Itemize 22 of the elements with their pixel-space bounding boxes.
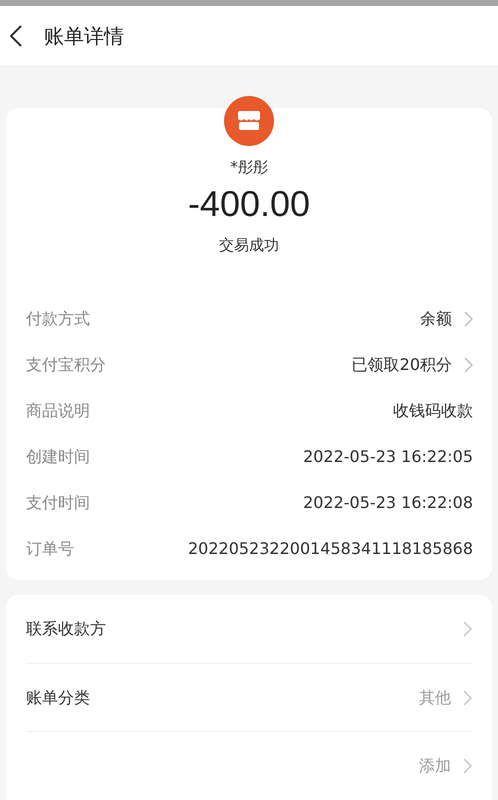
detail-value: 2022-05-23 16:22:05 [303, 446, 473, 468]
detail-value: 2022-05-23 16:22:08 [303, 492, 473, 514]
back-icon [10, 25, 22, 47]
detail-value: 余额 [420, 308, 452, 330]
chevron-icon [463, 758, 472, 774]
amount-text: -400.00 [188, 182, 310, 226]
status-text: 交易成功 [219, 235, 279, 256]
action-row[interactable]: 联系收款方 [26, 595, 472, 663]
detail-label: 商品说明 [26, 400, 90, 422]
detail-label: 付款方式 [26, 308, 90, 330]
detail-label: 支付时间 [26, 492, 90, 514]
chevron-icon [463, 621, 472, 637]
detail-value: 2022052322001458341118185868 [188, 538, 473, 560]
detail-label: 创建时间 [26, 446, 90, 468]
chevron-icon [463, 690, 472, 706]
payee-name: *彤彤 [230, 157, 268, 178]
detail-value: 已领取20积分 [352, 354, 452, 376]
detail-label: 订单号 [26, 538, 74, 560]
detail-label: 支付宝积分 [26, 354, 106, 376]
detail-value: 收钱码收款 [393, 400, 473, 422]
action-row[interactable]: 账单分类 其他 [26, 663, 472, 731]
page-title: 账单详情 [44, 23, 124, 50]
